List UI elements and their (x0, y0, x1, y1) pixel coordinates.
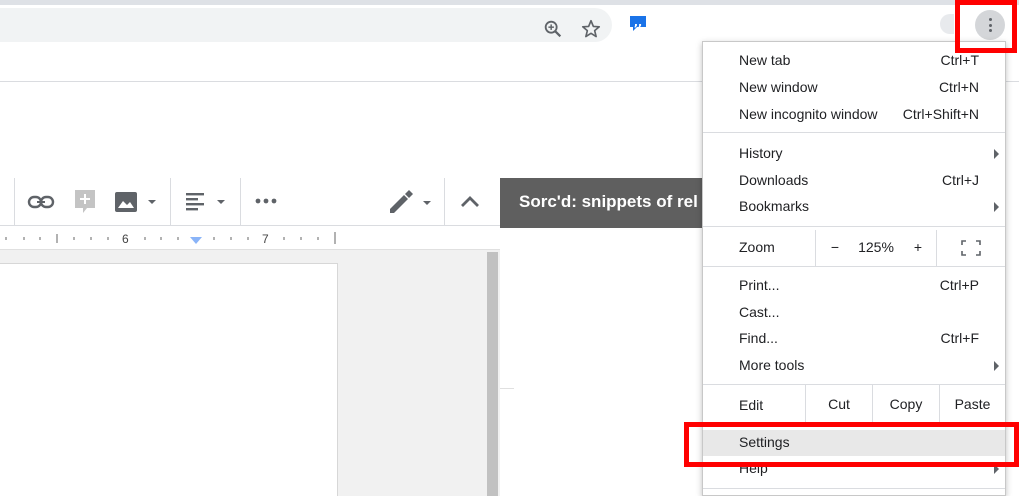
profile-avatar[interactable] (940, 14, 954, 34)
align-icon[interactable] (185, 192, 229, 212)
ruler: 6 7 (0, 227, 500, 250)
toolbar-separator (14, 178, 15, 226)
menu-item-print[interactable]: Print... Ctrl+P (703, 273, 1005, 299)
menu-item-find[interactable]: Find... Ctrl+F (703, 326, 1005, 352)
link-icon[interactable] (27, 191, 55, 213)
menu-item-shortcut: Ctrl+Shift+N (902, 106, 979, 122)
menu-item-label: Bookmarks (739, 198, 810, 214)
submenu-arrow-icon (994, 361, 999, 371)
document-canvas (0, 250, 486, 496)
menu-item-cast[interactable]: Cast... (703, 300, 1005, 326)
cut-label: Cut (828, 396, 850, 412)
menu-item-new-window[interactable]: New window Ctrl+N (703, 75, 1005, 101)
ruler-mark-6: 6 (122, 232, 129, 246)
copy-label: Copy (889, 396, 923, 412)
menu-item-label: Downloads (739, 172, 809, 188)
docs-toolbar (0, 178, 500, 226)
toolbar-separator (240, 178, 241, 226)
menu-item-history[interactable]: History (703, 141, 1005, 167)
menu-item-downloads[interactable]: Downloads Ctrl+J (703, 168, 1005, 194)
highlight-menu-button (955, 0, 1017, 53)
menu-item-shortcut: Ctrl+N (938, 79, 979, 95)
address-bar[interactable] (0, 8, 612, 42)
paste-button[interactable]: Paste (939, 384, 1005, 422)
star-icon[interactable] (580, 18, 602, 40)
comment-icon[interactable] (73, 189, 97, 215)
menu-item-shortcut: Ctrl+J (942, 172, 979, 188)
edit-label: Edit (739, 397, 764, 413)
menu-item-label: Find... (739, 330, 778, 346)
more-horiz-icon[interactable] (255, 198, 277, 204)
copy-button[interactable]: Copy (872, 384, 939, 422)
menu-separator (703, 266, 1005, 267)
submenu-arrow-icon (994, 149, 999, 159)
side-panel-title: Sorc'd: snippets of rel (519, 192, 698, 211)
zoom-label: Zoom (739, 239, 775, 255)
image-icon[interactable] (114, 191, 158, 213)
zoom-out-label: − (830, 239, 840, 255)
zoom-in-button[interactable]: + (899, 230, 937, 266)
menu-item-label: New incognito window (739, 106, 878, 122)
menu-separator (703, 132, 1005, 133)
svg-text:,,: ,, (634, 16, 642, 29)
edit-pencil-icon[interactable] (387, 189, 435, 215)
menu-separator (703, 488, 1005, 489)
menu-item-label: History (739, 145, 783, 161)
document-page[interactable] (0, 263, 338, 496)
menu-item-shortcut: Ctrl+T (940, 52, 980, 68)
scrollbar-thumb[interactable] (487, 252, 498, 496)
toolbar-separator (444, 178, 445, 226)
zoom-in-icon[interactable] (542, 18, 564, 40)
collapse-icon[interactable] (459, 194, 481, 208)
menu-item-shortcut: Ctrl+P (939, 277, 979, 293)
menu-item-shortcut: Ctrl+F (940, 330, 980, 346)
side-panel-header: Sorc'd: snippets of rel (500, 178, 705, 228)
tab-strip (0, 0, 1019, 5)
zoom-level: 125% (858, 239, 894, 255)
menu-item-label: Print... (739, 277, 780, 293)
menu-item-new-incognito-window[interactable]: New incognito window Ctrl+Shift+N (703, 102, 1005, 128)
ruler-mark-7: 7 (262, 232, 269, 246)
menu-item-label: New window (739, 79, 818, 95)
paste-label: Paste (954, 396, 991, 412)
menu-zoom-row: Zoom − 125% + (703, 230, 1005, 266)
zoom-out-button[interactable]: − (815, 230, 853, 266)
quotes-extension-icon[interactable]: ,, (628, 13, 648, 33)
highlight-settings (684, 422, 1019, 467)
side-panel-divider (500, 388, 514, 389)
zoom-in-label: + (913, 239, 923, 255)
fullscreen-icon[interactable] (961, 240, 981, 256)
menu-item-bookmarks[interactable]: Bookmarks (703, 194, 1005, 220)
ruler-ticks (5, 232, 336, 244)
submenu-arrow-icon (994, 202, 999, 212)
menu-item-label: New tab (739, 52, 791, 68)
menu-edit-row: Edit Cut Copy Paste (703, 384, 1005, 422)
toolbar-separator (170, 178, 171, 226)
menu-item-more-tools[interactable]: More tools (703, 353, 1005, 379)
menu-item-label: Cast... (739, 304, 780, 320)
menu-separator (703, 226, 1005, 227)
cut-button[interactable]: Cut (805, 384, 872, 422)
menu-item-label: More tools (739, 357, 805, 373)
